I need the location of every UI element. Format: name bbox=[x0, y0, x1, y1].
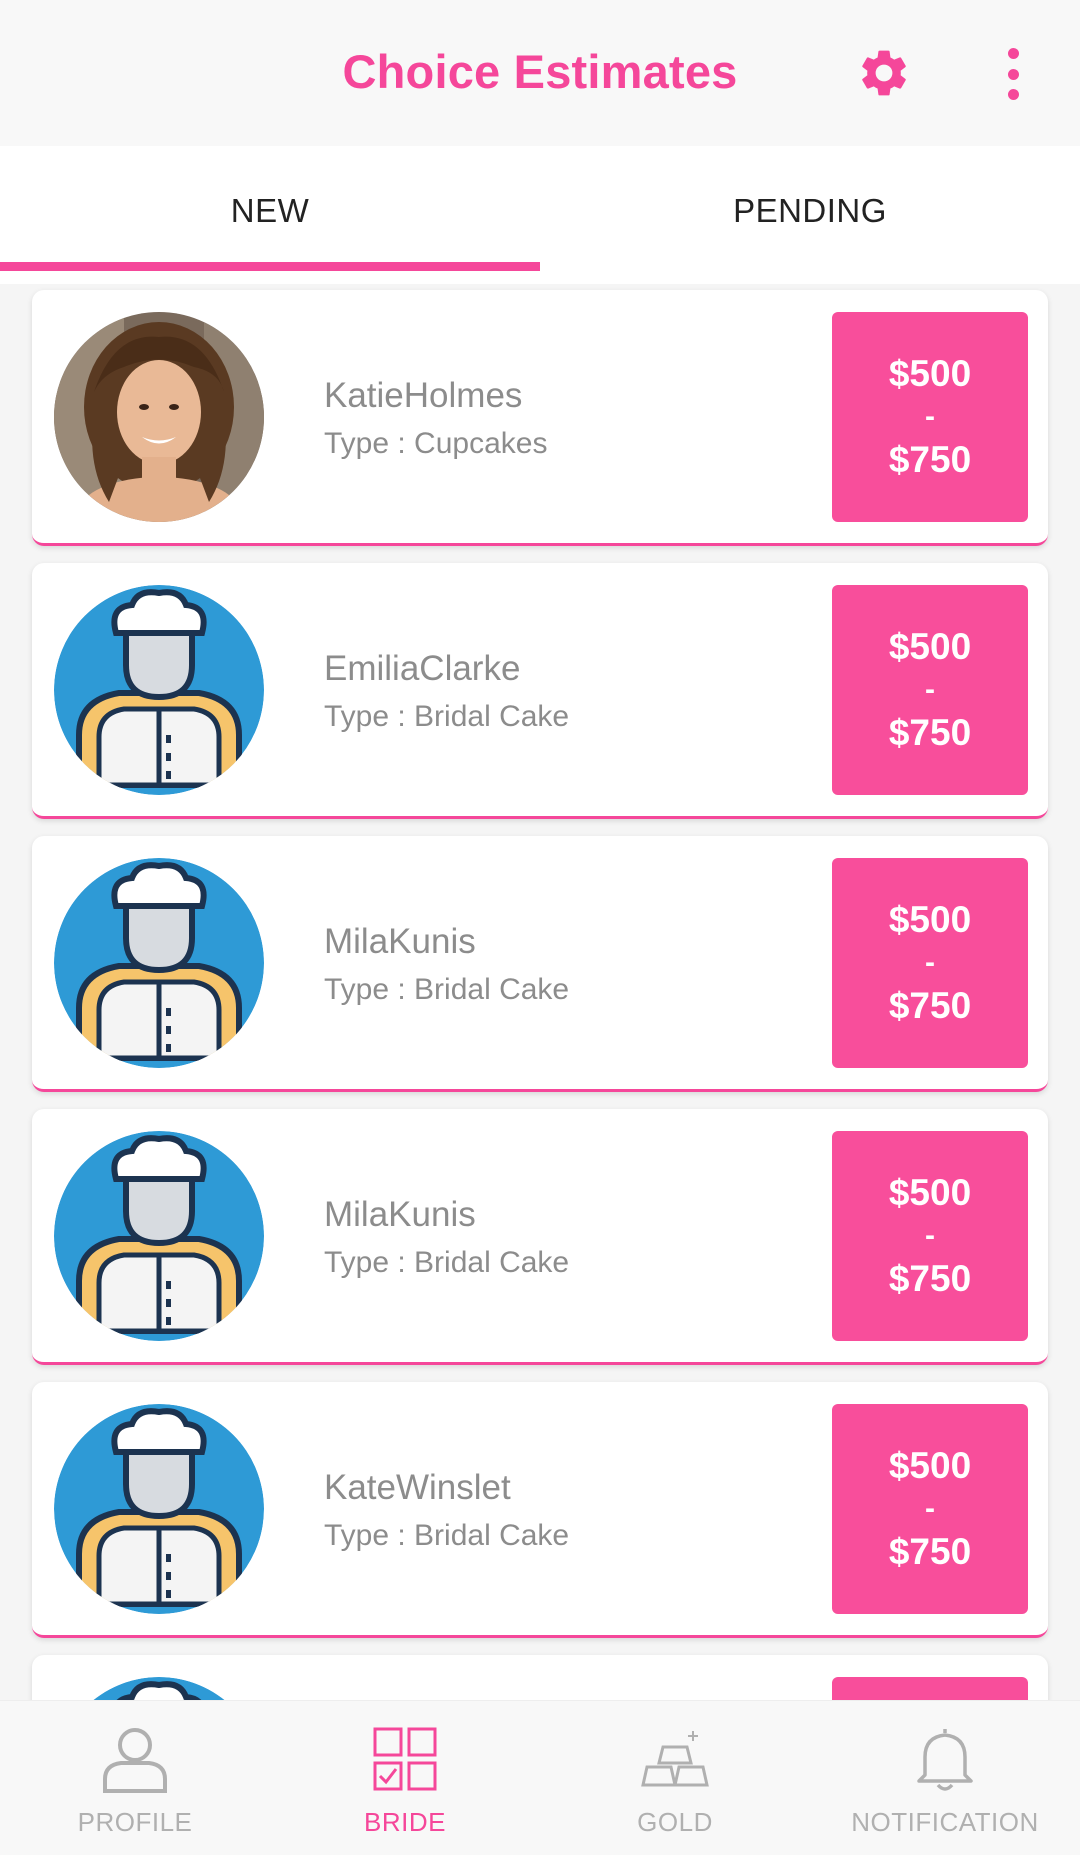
price-high: $750 bbox=[888, 1531, 972, 1572]
avatar bbox=[54, 312, 264, 522]
price-separator: - bbox=[925, 1492, 935, 1525]
tab-pending[interactable]: PENDING bbox=[540, 146, 1080, 276]
customer-name: EmiliaClarke bbox=[324, 649, 521, 688]
price-range-button[interactable]: $500 - $750 bbox=[832, 1131, 1028, 1341]
more-vertical-icon[interactable] bbox=[998, 48, 1028, 100]
price-separator: - bbox=[925, 400, 935, 433]
price-range-button[interactable]: $500 - $750 bbox=[832, 858, 1028, 1068]
price-high: $750 bbox=[888, 1258, 972, 1299]
gear-icon[interactable] bbox=[856, 45, 912, 101]
estimate-card[interactable]: EmiliaClarke Type : Bridal Cake $500 - $… bbox=[32, 563, 1048, 819]
price-range-button[interactable]: $500 - $750 bbox=[832, 1404, 1028, 1614]
tab-indicator bbox=[0, 262, 540, 271]
estimate-card[interactable]: KatieHolmes Type : Cupcakes $500 - $750 bbox=[32, 290, 1048, 546]
chef-icon bbox=[54, 1131, 264, 1341]
page-title: Choice Estimates bbox=[342, 45, 738, 98]
person-icon bbox=[0, 1723, 270, 1795]
tab-bar: NEW PENDING bbox=[0, 146, 1080, 284]
price-low: $500 bbox=[888, 626, 972, 668]
estimate-card[interactable]: KateWinslet Type : Bridal Cake $500 - $7… bbox=[32, 1382, 1048, 1638]
app-header: Choice Estimates bbox=[0, 0, 1080, 146]
price-range-button[interactable]: $500 - $750 bbox=[832, 585, 1028, 795]
nav-label: PROFILE bbox=[77, 1807, 193, 1837]
price-range-button[interactable] bbox=[832, 1677, 1028, 1700]
customer-name: KateWinslet bbox=[324, 1468, 511, 1507]
price-low: $500 bbox=[888, 899, 972, 941]
estimate-card[interactable] bbox=[32, 1655, 1048, 1700]
cake-type: Type : Bridal Cake bbox=[324, 1246, 570, 1279]
cake-type: Type : Bridal Cake bbox=[324, 1519, 570, 1552]
estimate-card[interactable]: MilaKunis Type : Bridal Cake $500 - $750 bbox=[32, 1109, 1048, 1365]
nav-label: GOLD bbox=[637, 1807, 713, 1837]
cake-type: Type : Cupcakes bbox=[324, 427, 548, 460]
price-high: $750 bbox=[888, 439, 972, 480]
customer-name: KatieHolmes bbox=[324, 376, 523, 415]
price-low: $500 bbox=[888, 353, 972, 395]
chef-icon bbox=[54, 1404, 264, 1614]
chef-icon bbox=[54, 585, 264, 795]
chef-icon bbox=[54, 1677, 264, 1700]
bottom-navigation: PROFILE BRIDE GOLD NOTIFICATION bbox=[0, 1700, 1080, 1855]
customer-name: MilaKunis bbox=[324, 922, 476, 961]
price-high: $750 bbox=[888, 712, 972, 753]
price-separator: - bbox=[925, 673, 935, 706]
price-low: $500 bbox=[888, 1172, 972, 1214]
nav-label: NOTIFICATION bbox=[851, 1807, 1039, 1837]
price-separator: - bbox=[925, 946, 935, 979]
customer-name: MilaKunis bbox=[324, 1195, 476, 1234]
price-range-button[interactable]: $500 - $750 bbox=[832, 312, 1028, 522]
nav-bride[interactable]: BRIDE bbox=[270, 1701, 540, 1855]
price-low: $500 bbox=[888, 1445, 972, 1487]
nav-gold[interactable]: GOLD bbox=[540, 1701, 810, 1855]
gold-bars-icon bbox=[540, 1723, 810, 1795]
nav-profile[interactable]: PROFILE bbox=[0, 1701, 270, 1855]
tab-new[interactable]: NEW bbox=[0, 146, 540, 276]
estimate-card[interactable]: MilaKunis Type : Bridal Cake $500 - $750 bbox=[32, 836, 1048, 1092]
grid-check-icon bbox=[270, 1723, 540, 1795]
estimate-list[interactable]: KatieHolmes Type : Cupcakes $500 - $750 bbox=[0, 284, 1080, 1700]
chef-icon bbox=[54, 858, 264, 1068]
price-separator: - bbox=[925, 1219, 935, 1252]
cake-type: Type : Bridal Cake bbox=[324, 973, 570, 1006]
nav-notification[interactable]: NOTIFICATION bbox=[810, 1701, 1080, 1855]
price-high: $750 bbox=[888, 985, 972, 1026]
app-screen: Choice Estimates NEW PENDING KatieHolmes… bbox=[0, 0, 1080, 1855]
bell-icon bbox=[810, 1723, 1080, 1795]
cake-type: Type : Bridal Cake bbox=[324, 700, 570, 733]
nav-label: BRIDE bbox=[364, 1807, 446, 1837]
